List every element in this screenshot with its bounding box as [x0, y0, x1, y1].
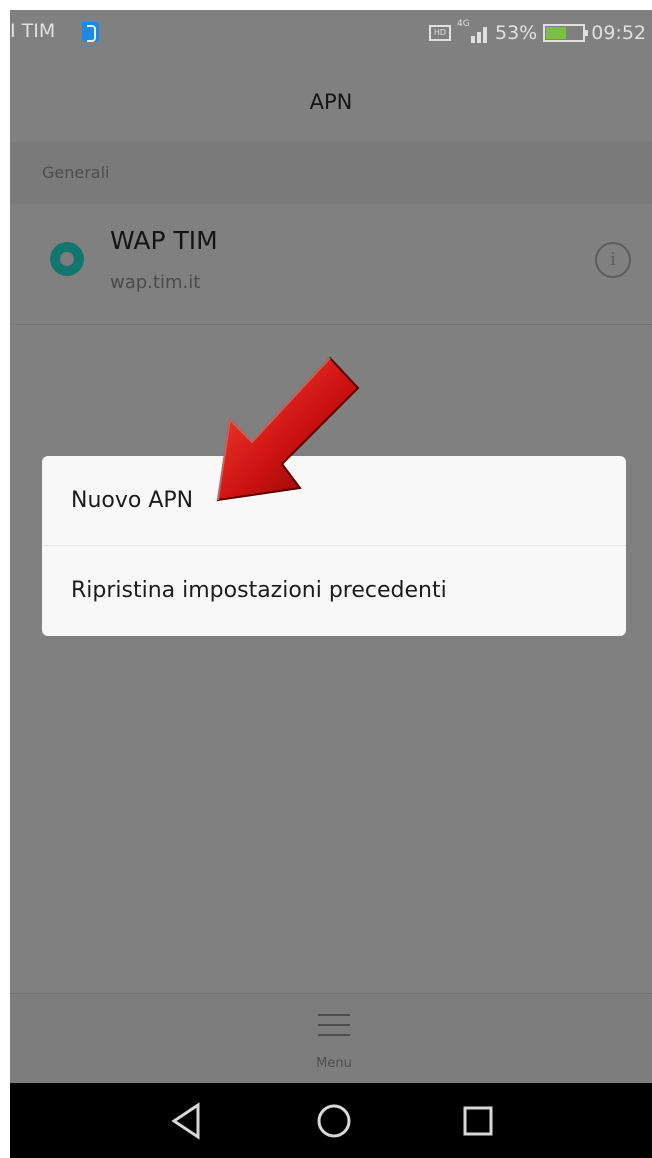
divider: [10, 324, 652, 325]
page-title: APN: [309, 90, 353, 114]
home-icon[interactable]: [298, 1083, 370, 1158]
apn-address: wap.tim.it: [110, 272, 201, 293]
hamburger-menu-icon[interactable]: [318, 1012, 350, 1038]
battery-icon: [543, 24, 589, 42]
navigation-bar: [10, 1083, 652, 1158]
signal-strength-icon: 4G: [457, 19, 489, 44]
phone-screen: I TIM HD 4G 53% 09:52 APN Generali WAP T…: [10, 10, 652, 1158]
info-icon[interactable]: i: [595, 242, 631, 278]
section-header: Generali: [10, 142, 652, 204]
battery-percent: 53%: [495, 22, 538, 44]
hd-call-icon: HD: [429, 25, 451, 41]
apn-list-item[interactable]: [10, 204, 652, 324]
carrier-label: I TIM: [10, 20, 56, 42]
battery-level-fill: [546, 27, 567, 39]
apn-name: WAP TIM: [110, 226, 218, 255]
network-type-label: 4G: [457, 19, 470, 29]
bluetooth-icon: [82, 22, 99, 42]
back-icon[interactable]: [154, 1083, 226, 1158]
status-indicators: HD 4G 53% 09:52: [429, 19, 646, 46]
section-label-general: Generali: [42, 163, 110, 182]
menu-item-restore-defaults[interactable]: Ripristina impostazioni precedenti: [42, 546, 626, 636]
recent-apps-icon[interactable]: [442, 1083, 514, 1158]
menu-label[interactable]: Menu: [10, 1056, 652, 1071]
clock: 09:52: [591, 22, 646, 44]
red-arrow-annotation: [216, 356, 360, 502]
status-bar: I TIM HD 4G 53% 09:52: [10, 10, 652, 58]
radio-selected-icon[interactable]: [50, 242, 84, 276]
